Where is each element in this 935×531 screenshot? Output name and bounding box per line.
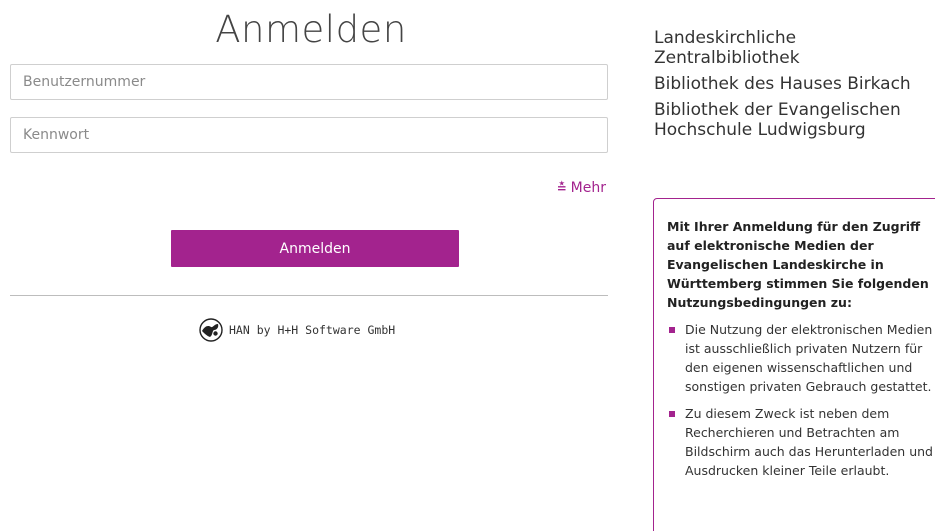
library-item-ludwigsburg[interactable]: Bibliothek der Evangelischen Hochschule … [654,100,934,140]
library-list: Landeskirchliche Zentralbibliothek Bibli… [654,28,934,146]
login-button[interactable]: Anmelden [171,230,459,267]
terms-item-text: Zu diesem Zweck ist neben dem Recherchie… [685,406,933,478]
library-item-birkach[interactable]: Bibliothek des Hauses Birkach [654,74,934,94]
han-footer-text: HAN by H+H Software GmbH [229,323,396,337]
terms-list: Die Nutzung der elektronischen Medien is… [667,320,935,480]
terms-list-item: Zu diesem Zweck ist neben dem Recherchie… [667,404,935,480]
password-input[interactable] [10,117,608,153]
double-chevron-down-icon: ≛ [556,181,567,195]
terms-item-text: Die Nutzung der elektronischen Medien is… [685,322,933,394]
square-bullet-icon [669,411,675,417]
more-label: Mehr [570,180,606,196]
more-toggle[interactable]: ≛ Mehr [557,180,606,196]
page-title: Anmelden [215,8,407,51]
username-input[interactable] [10,64,608,100]
terms-intro: Mit Ihrer Anmeldung für den Zugriff auf … [667,219,929,310]
terms-box: Mit Ihrer Anmeldung für den Zugriff auf … [653,198,935,531]
library-item-zentralbibliothek[interactable]: Landeskirchliche Zentralbibliothek [654,28,934,68]
han-globe-icon [199,318,223,342]
divider [10,295,608,296]
han-footer: HAN by H+H Software GmbH [199,318,395,342]
terms-list-item: Die Nutzung der elektronischen Medien is… [667,320,935,396]
square-bullet-icon [669,327,675,333]
page: Anmelden ≛ Mehr Anmelden HAN by H+H Soft… [0,0,935,531]
